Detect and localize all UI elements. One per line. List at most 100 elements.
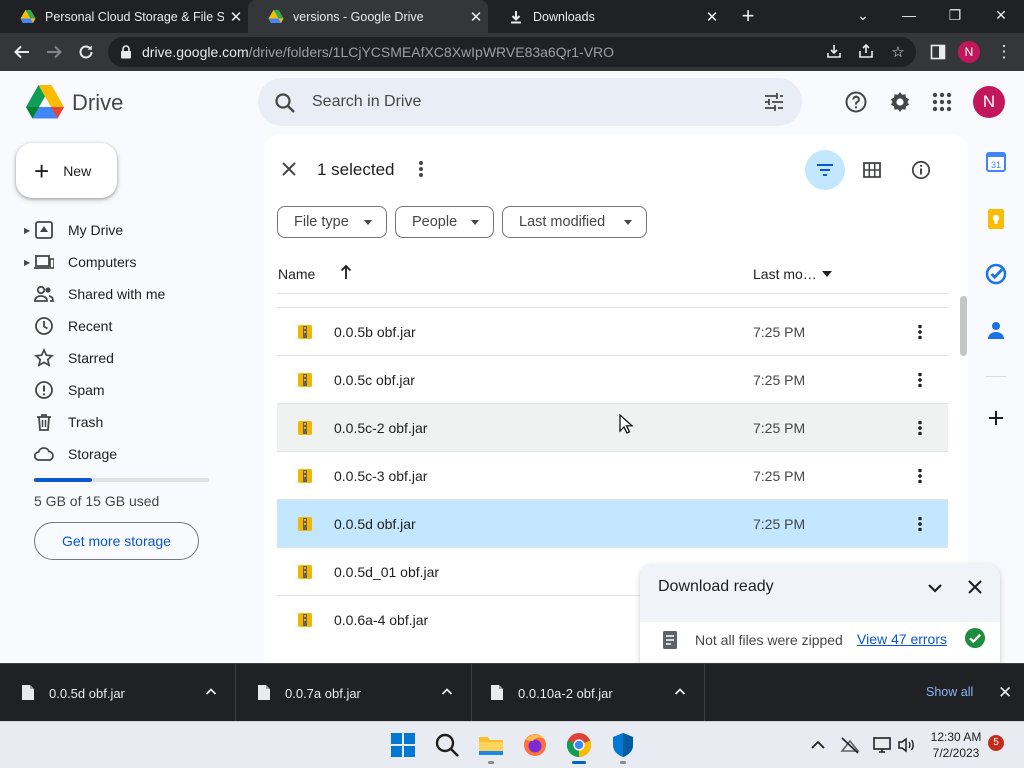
- add-addon-plus-icon[interactable]: [984, 406, 1008, 430]
- list-view-button[interactable]: [805, 150, 845, 190]
- side-panel-icon[interactable]: [924, 38, 952, 66]
- get-more-storage-button[interactable]: Get more storage: [34, 522, 199, 560]
- column-header-last-modified[interactable]: Last mo…: [753, 266, 817, 282]
- restore-button[interactable]: ❐: [932, 0, 978, 33]
- defender-shield-icon[interactable]: [609, 731, 637, 759]
- new-button[interactable]: + New: [16, 143, 117, 198]
- shelf-download-item[interactable]: 0.0.10a-2 obf.jar: [469, 664, 705, 722]
- close-window-button[interactable]: ✕: [978, 0, 1024, 33]
- more-actions-icon[interactable]: [917, 420, 923, 436]
- more-actions-icon[interactable]: [917, 516, 923, 532]
- tab-personal-cloud[interactable]: Personal Cloud Storage & File Sh ✕: [0, 0, 248, 33]
- column-header-name[interactable]: Name: [278, 266, 315, 282]
- sidebar-item-starred[interactable]: Starred: [16, 342, 246, 374]
- info-icon[interactable]: [911, 160, 931, 180]
- share-icon[interactable]: [856, 43, 876, 63]
- lock-icon[interactable]: [120, 45, 132, 59]
- browser-menu-icon[interactable]: ⋮: [990, 38, 1018, 66]
- sidebar-item-my-drive[interactable]: ▶ My Drive: [16, 214, 246, 246]
- sidebar-item-trash[interactable]: Trash: [16, 406, 246, 438]
- download-status-message: Not all files were zipped: [695, 632, 843, 648]
- taskbar-search-icon[interactable]: [433, 731, 461, 759]
- tab-close-icon[interactable]: ✕: [224, 8, 248, 26]
- dropdown-caret-icon[interactable]: [822, 271, 832, 277]
- new-tab-button[interactable]: +: [736, 4, 760, 28]
- tab-versions-drive[interactable]: versions - Google Drive ✕: [248, 0, 488, 33]
- shelf-download-item[interactable]: 0.0.7a obf.jar: [236, 664, 472, 722]
- network-offline-icon[interactable]: [840, 735, 860, 755]
- forward-button[interactable]: [40, 38, 68, 66]
- people-filter[interactable]: People: [395, 206, 494, 238]
- file-explorer-icon[interactable]: [477, 731, 505, 759]
- sort-arrow-up-icon[interactable]: [340, 264, 352, 280]
- tab-close-icon[interactable]: ✕: [464, 8, 488, 26]
- sidebar-item-recent[interactable]: Recent: [16, 310, 246, 342]
- view-errors-link[interactable]: View 47 errors: [857, 631, 947, 647]
- back-button[interactable]: [8, 38, 36, 66]
- reload-button[interactable]: [72, 38, 100, 66]
- display-icon[interactable]: [872, 735, 892, 755]
- install-app-icon[interactable]: [824, 43, 844, 63]
- close-icon[interactable]: [966, 578, 984, 596]
- volume-icon[interactable]: [896, 735, 916, 755]
- tab-close-icon[interactable]: ✕: [700, 8, 724, 26]
- more-actions-icon[interactable]: [917, 468, 923, 484]
- tab-search-icon[interactable]: ⌄: [840, 0, 886, 33]
- sidebar-item-storage[interactable]: Storage: [16, 438, 246, 470]
- file-type-filter[interactable]: File type: [277, 206, 387, 238]
- search-input[interactable]: [312, 90, 732, 114]
- mouse-pointer-icon: [619, 414, 633, 434]
- sidebar-item-spam[interactable]: Spam: [16, 374, 246, 406]
- expand-caret-icon[interactable]: ▶: [24, 226, 30, 235]
- system-clock[interactable]: 12:30 AM 7/2/2023: [928, 729, 984, 761]
- windows-taskbar: 12:30 AM 7/2/2023 5: [0, 721, 1024, 768]
- address-bar[interactable]: drive.google.com/drive/folders/1LCjYCSME…: [108, 37, 916, 67]
- more-actions-icon[interactable]: [917, 324, 923, 340]
- selection-count: 1 selected: [317, 160, 395, 179]
- minimize-button[interactable]: —: [886, 0, 932, 33]
- download-shelf: 0.0.5d obf.jar 0.0.7a obf.jar 0.0.10a-2 …: [0, 663, 1024, 722]
- file-row[interactable]: 0.0.5c obf.jar 7:25 PM: [277, 355, 948, 403]
- scrollbar-thumb[interactable]: [960, 296, 967, 356]
- more-actions-icon[interactable]: [917, 372, 923, 388]
- file-row[interactable]: 0.0.5b obf.jar 7:25 PM: [277, 307, 948, 355]
- chrome-icon[interactable]: [565, 731, 593, 759]
- help-icon[interactable]: [844, 90, 868, 114]
- apps-grid-icon[interactable]: [930, 90, 954, 114]
- close-shelf-icon[interactable]: ✕: [998, 683, 1012, 703]
- expand-caret-icon[interactable]: ▶: [24, 258, 30, 267]
- sidebar-item-computers[interactable]: ▶ Computers: [16, 246, 246, 278]
- account-avatar[interactable]: N: [973, 86, 1005, 118]
- file-row[interactable]: 0.0.5d obf.jar 7:25 PM: [277, 499, 948, 547]
- shelf-download-item[interactable]: 0.0.5d obf.jar: [0, 664, 236, 722]
- calendar-icon[interactable]: 31: [984, 150, 1008, 174]
- file-row[interactable]: 0.0.5c-2 obf.jar 7:25 PM: [277, 403, 948, 451]
- sidebar-item-shared[interactable]: Shared with me: [16, 278, 246, 310]
- profile-avatar[interactable]: N: [958, 41, 980, 63]
- grid-view-icon[interactable]: [862, 160, 882, 180]
- clear-selection-close-icon[interactable]: [280, 160, 298, 178]
- more-actions-icon[interactable]: [416, 160, 426, 178]
- notification-badge[interactable]: 5: [988, 735, 1004, 751]
- windows-start-icon[interactable]: [389, 731, 417, 759]
- show-all-downloads-link[interactable]: Show all: [926, 685, 973, 699]
- chevron-up-tray-icon[interactable]: [808, 735, 828, 755]
- chevron-up-icon[interactable]: [441, 686, 453, 698]
- search-options-icon[interactable]: [764, 92, 784, 112]
- chevron-up-icon[interactable]: [674, 686, 686, 698]
- search-icon[interactable]: [274, 92, 296, 114]
- chevron-up-icon[interactable]: [205, 686, 217, 698]
- keep-icon[interactable]: [984, 207, 1008, 231]
- tasks-icon[interactable]: [984, 262, 1008, 286]
- bookmark-star-icon[interactable]: ☆: [888, 43, 908, 63]
- settings-gear-icon[interactable]: [888, 90, 912, 114]
- drive-logo-icon[interactable]: [26, 85, 64, 119]
- last-modified-filter[interactable]: Last modified: [502, 206, 647, 238]
- contacts-icon[interactable]: [984, 318, 1008, 342]
- firefox-icon[interactable]: [521, 731, 549, 759]
- file-row[interactable]: 0.0.5c-3 obf.jar 7:25 PM: [277, 451, 948, 499]
- file-modified-time: 7:25 PM: [753, 324, 806, 340]
- tab-downloads[interactable]: Downloads ✕: [488, 0, 724, 33]
- collapse-chevron-icon[interactable]: [926, 579, 944, 597]
- cloud-icon: [34, 447, 54, 461]
